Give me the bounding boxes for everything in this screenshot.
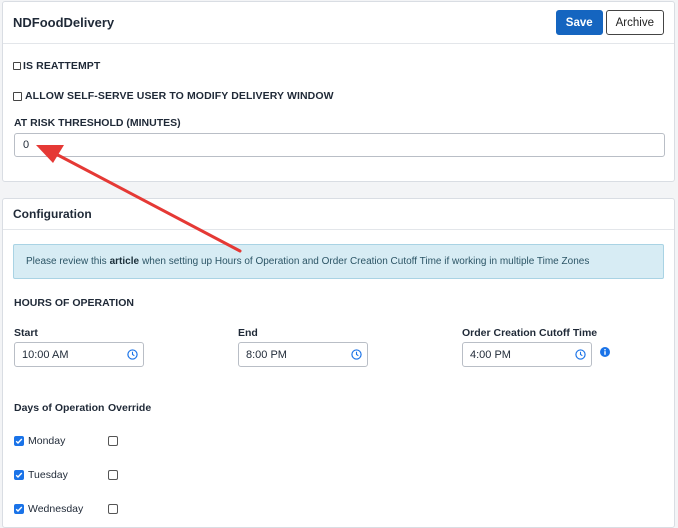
configuration-card: Configuration Please review this article… (2, 198, 675, 528)
is-reattempt-label: IS REATTEMPT (23, 60, 101, 72)
info-banner: Please review this article when setting … (13, 244, 664, 279)
settings-card: NDFoodDelivery Save Archive IS REATTEMPT… (2, 1, 675, 182)
page-title: NDFoodDelivery (13, 15, 115, 30)
archive-button[interactable]: Archive (605, 10, 664, 35)
info-icon[interactable] (600, 347, 610, 357)
allow-self-serve-checkbox[interactable] (13, 91, 22, 101)
configuration-title: Configuration (13, 207, 92, 221)
clock-icon[interactable] (127, 349, 138, 360)
wednesday-override-checkbox[interactable] (108, 504, 118, 514)
allow-self-serve-row[interactable]: ALLOW SELF-SERVE USER TO MODIFY DELIVERY… (13, 90, 334, 102)
monday-checkbox[interactable] (14, 436, 24, 446)
configuration-header: Configuration (3, 199, 674, 230)
tuesday-checkbox[interactable] (14, 470, 24, 480)
hours-heading: HOURS OF OPERATION (14, 297, 134, 309)
at-risk-threshold-input[interactable]: 0 (14, 133, 665, 157)
tuesday-override-checkbox[interactable] (108, 470, 118, 480)
is-reattempt-checkbox[interactable] (13, 62, 21, 70)
clock-icon[interactable] (575, 349, 586, 360)
override-heading: Override (108, 402, 152, 414)
day-row-monday[interactable]: Monday (14, 435, 65, 447)
end-time-value: 8:00 PM (246, 348, 287, 361)
monday-override-checkbox[interactable] (108, 436, 118, 446)
check-icon (15, 472, 23, 479)
clock-icon[interactable] (351, 349, 362, 360)
card-header: NDFoodDelivery Save Archive (3, 2, 674, 44)
day-label: Tuesday (28, 469, 68, 481)
cutoff-time-input[interactable]: 4:00 PM (462, 342, 592, 367)
start-label: Start (14, 327, 38, 339)
article-link[interactable]: article (110, 256, 139, 267)
day-row-wednesday[interactable]: Wednesday (14, 503, 83, 515)
wednesday-checkbox[interactable] (14, 504, 24, 514)
save-button[interactable]: Save (555, 10, 603, 35)
at-risk-label: AT RISK THRESHOLD (MINUTES) (14, 117, 181, 129)
allow-self-serve-label: ALLOW SELF-SERVE USER TO MODIFY DELIVERY… (25, 90, 334, 102)
cutoff-label: Order Creation Cutoff Time (462, 327, 598, 339)
info-suffix: when setting up Hours of Operation and O… (142, 256, 590, 267)
day-label: Wednesday (28, 503, 84, 515)
day-row-tuesday[interactable]: Tuesday (14, 469, 68, 481)
info-prefix: Please review this (26, 256, 107, 267)
day-label: Monday (28, 435, 66, 447)
is-reattempt-row[interactable]: IS REATTEMPT (13, 60, 100, 72)
check-icon (15, 438, 23, 445)
end-time-input[interactable]: 8:00 PM (238, 342, 368, 367)
cutoff-time-value: 4:00 PM (470, 348, 511, 361)
end-label: End (238, 327, 258, 339)
start-time-input[interactable]: 10:00 AM (14, 342, 144, 367)
check-icon (15, 506, 23, 513)
start-time-value: 10:00 AM (22, 348, 69, 361)
days-heading: Days of Operation (14, 402, 105, 414)
